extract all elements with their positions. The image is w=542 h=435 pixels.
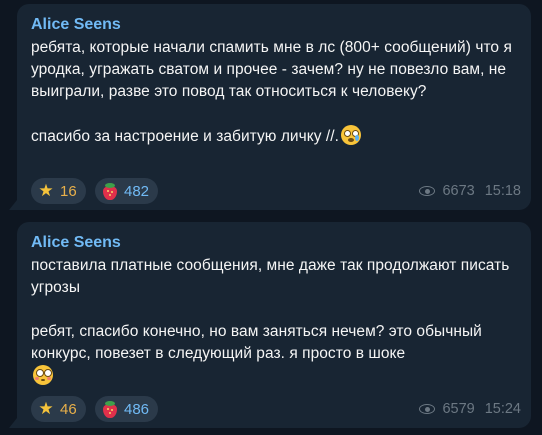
message-author[interactable]: Alice Seens bbox=[31, 232, 517, 254]
flushed-face-icon bbox=[33, 365, 53, 385]
message-text: поставила платные сообщения, мне даже та… bbox=[31, 255, 517, 388]
star-icon: ★ bbox=[38, 181, 54, 200]
reaction-count: 482 bbox=[124, 182, 150, 200]
reaction-count: 16 bbox=[60, 182, 77, 200]
strawberry-icon bbox=[102, 400, 118, 418]
message-meta: 6579 15:24 bbox=[419, 399, 521, 419]
message-footer: ★ 16 482 6673 15:18 bbox=[31, 178, 521, 204]
view-count: 6579 bbox=[442, 401, 475, 417]
message-meta: 6673 15:18 bbox=[419, 181, 521, 201]
reaction-strawberry[interactable]: 482 bbox=[95, 178, 159, 204]
message-text: ребята, которые начали спамить мне в лс … bbox=[31, 37, 517, 148]
message-bubble[interactable]: Alice Seens ребята, которые начали спами… bbox=[9, 4, 531, 210]
star-icon: ★ bbox=[38, 399, 54, 418]
reaction-star[interactable]: ★ 46 bbox=[31, 396, 86, 422]
view-count: 6673 bbox=[442, 183, 475, 199]
views-eye-icon bbox=[419, 185, 437, 197]
bubble-tail bbox=[9, 418, 17, 428]
message-time: 15:24 bbox=[484, 401, 521, 417]
bubble-tail bbox=[9, 200, 17, 210]
views-eye-icon bbox=[419, 403, 437, 415]
message-bubble[interactable]: Alice Seens поставила платные сообщения,… bbox=[9, 222, 531, 428]
message-author[interactable]: Alice Seens bbox=[31, 14, 517, 36]
reaction-strawberry[interactable]: 486 bbox=[95, 396, 159, 422]
reaction-count: 486 bbox=[124, 400, 150, 418]
message-text-body: ребята, которые начали спамить мне в лс … bbox=[31, 39, 512, 145]
message-text-body: поставила платные сообщения, мне даже та… bbox=[31, 257, 510, 362]
message-time: 15:18 bbox=[484, 183, 521, 199]
crying-face-icon bbox=[341, 125, 361, 145]
reaction-star[interactable]: ★ 16 bbox=[31, 178, 86, 204]
reaction-count: 46 bbox=[60, 400, 77, 418]
message-footer: ★ 46 486 6579 15:24 bbox=[31, 396, 521, 422]
strawberry-icon bbox=[102, 182, 118, 200]
